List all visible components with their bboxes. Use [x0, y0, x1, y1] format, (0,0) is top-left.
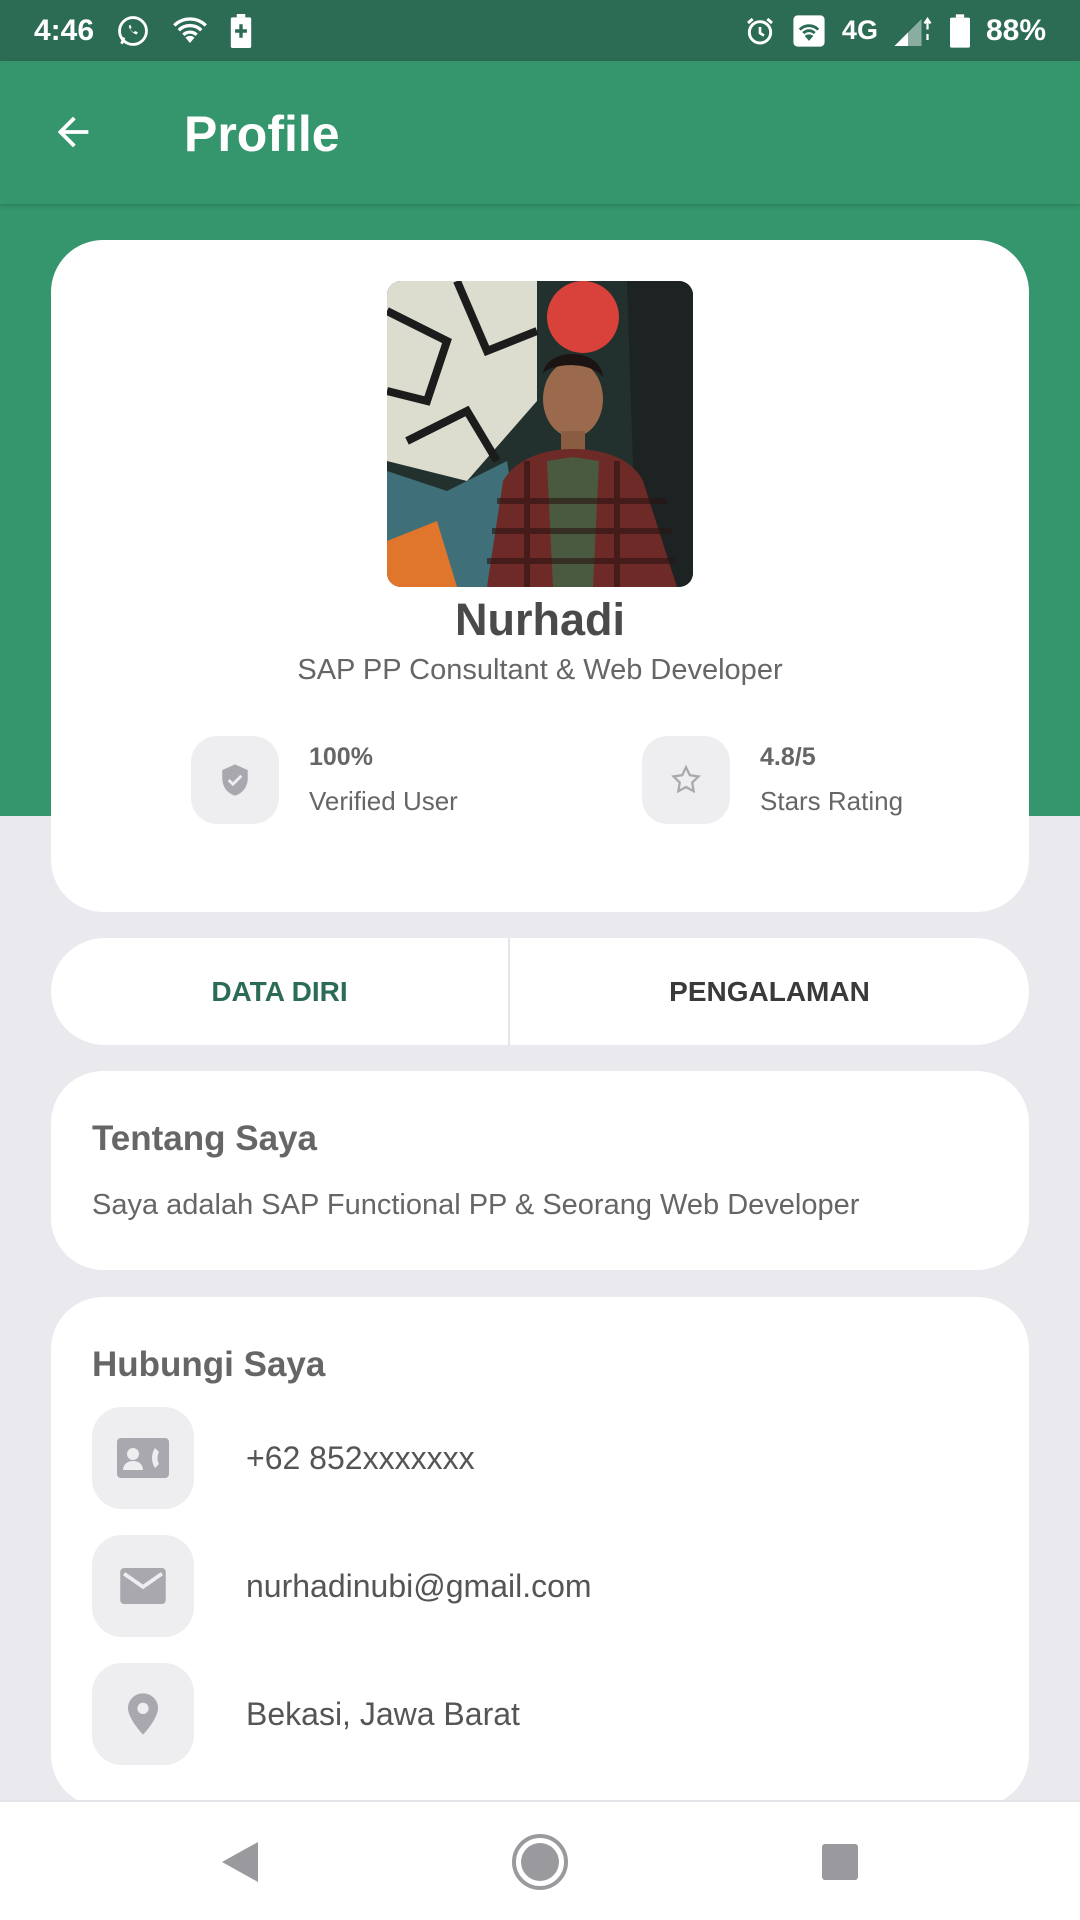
square-recents-icon — [822, 1844, 858, 1880]
about-card: Tentang Saya Saya adalah SAP Functional … — [51, 1071, 1029, 1270]
contact-email-row[interactable]: nurhadinubi@gmail.com — [92, 1535, 988, 1637]
arrow-left-icon — [57, 116, 89, 148]
contact-location-row[interactable]: Bekasi, Jawa Barat — [92, 1663, 988, 1765]
location-icon-box — [92, 1663, 194, 1765]
rating-icon-box — [642, 736, 730, 824]
wifi-icon — [172, 16, 208, 46]
contact-location: Bekasi, Jawa Barat — [246, 1695, 520, 1732]
alarm-icon — [744, 15, 776, 47]
avatar — [387, 281, 693, 587]
circle-home-icon — [512, 1834, 568, 1890]
system-nav-bar — [0, 1800, 1080, 1920]
map-pin-icon — [128, 1693, 158, 1735]
phone-icon-box — [92, 1407, 194, 1509]
about-text: Saya adalah SAP Functional PP & Seorang … — [92, 1189, 860, 1221]
status-right: 4G 88% — [744, 14, 1046, 48]
contact-card: Hubungi Saya +62 852xxxxxxx nurhadinubi@… — [51, 1297, 1029, 1807]
verified-value: 100% — [309, 743, 373, 771]
rating-text: 4.8/5 Stars Rating — [760, 743, 903, 817]
page-title: Profile — [184, 106, 340, 162]
nav-home-button[interactable] — [500, 1822, 580, 1902]
rating-label: Stars Rating — [760, 786, 904, 816]
wifi-box-icon — [792, 14, 826, 48]
battery-charging-icon — [230, 13, 252, 48]
tab-data-diri[interactable]: DATA DIRI — [51, 938, 508, 1045]
rating-value: 4.8/5 — [760, 743, 816, 771]
shield-check-icon — [222, 764, 248, 796]
profile-role: SAP PP Consultant & Web Developer — [297, 654, 783, 686]
contact-phone-row[interactable]: +62 852xxxxxxx — [92, 1407, 988, 1509]
contact-list: +62 852xxxxxxx nurhadinubi@gmail.com Bek… — [92, 1407, 988, 1765]
whatsapp-icon — [116, 14, 150, 48]
app-bar: Profile — [0, 61, 1080, 204]
status-bar: 4:46 4G 88% — [0, 0, 1080, 61]
verified-stat: 100% Verified User — [191, 736, 458, 824]
verified-text: 100% Verified User — [309, 743, 458, 817]
about-title: Tentang Saya — [92, 1119, 317, 1158]
battery-icon — [949, 13, 970, 48]
contact-email: nurhadinubi@gmail.com — [246, 1567, 592, 1604]
signal-icon — [894, 16, 934, 46]
back-button[interactable] — [48, 107, 98, 157]
contact-phone: +62 852xxxxxxx — [246, 1439, 475, 1476]
star-outline-icon — [671, 764, 701, 794]
profile-card: Nurhadi SAP PP Consultant & Web Develope… — [51, 240, 1029, 912]
profile-tabs: DATA DIRI PENGALAMAN — [51, 938, 1029, 1045]
triangle-back-icon — [222, 1842, 258, 1882]
tab-pengalaman[interactable]: PENGALAMAN — [510, 938, 1029, 1045]
rating-stat: 4.8/5 Stars Rating — [642, 736, 903, 824]
contact-card-icon — [117, 1438, 169, 1478]
nav-recents-button[interactable] — [800, 1822, 880, 1902]
envelope-icon — [120, 1568, 166, 1604]
status-time: 4:46 — [34, 13, 95, 47]
email-icon-box — [92, 1535, 194, 1637]
contact-title: Hubungi Saya — [92, 1345, 326, 1384]
network-type: 4G — [841, 15, 878, 45]
battery-level: 88% — [985, 13, 1046, 47]
verified-icon-box — [191, 736, 279, 824]
profile-name: Nurhadi — [454, 594, 625, 645]
status-left: 4:46 — [34, 13, 252, 48]
nav-back-button[interactable] — [200, 1822, 280, 1902]
verified-label: Verified User — [309, 786, 458, 816]
